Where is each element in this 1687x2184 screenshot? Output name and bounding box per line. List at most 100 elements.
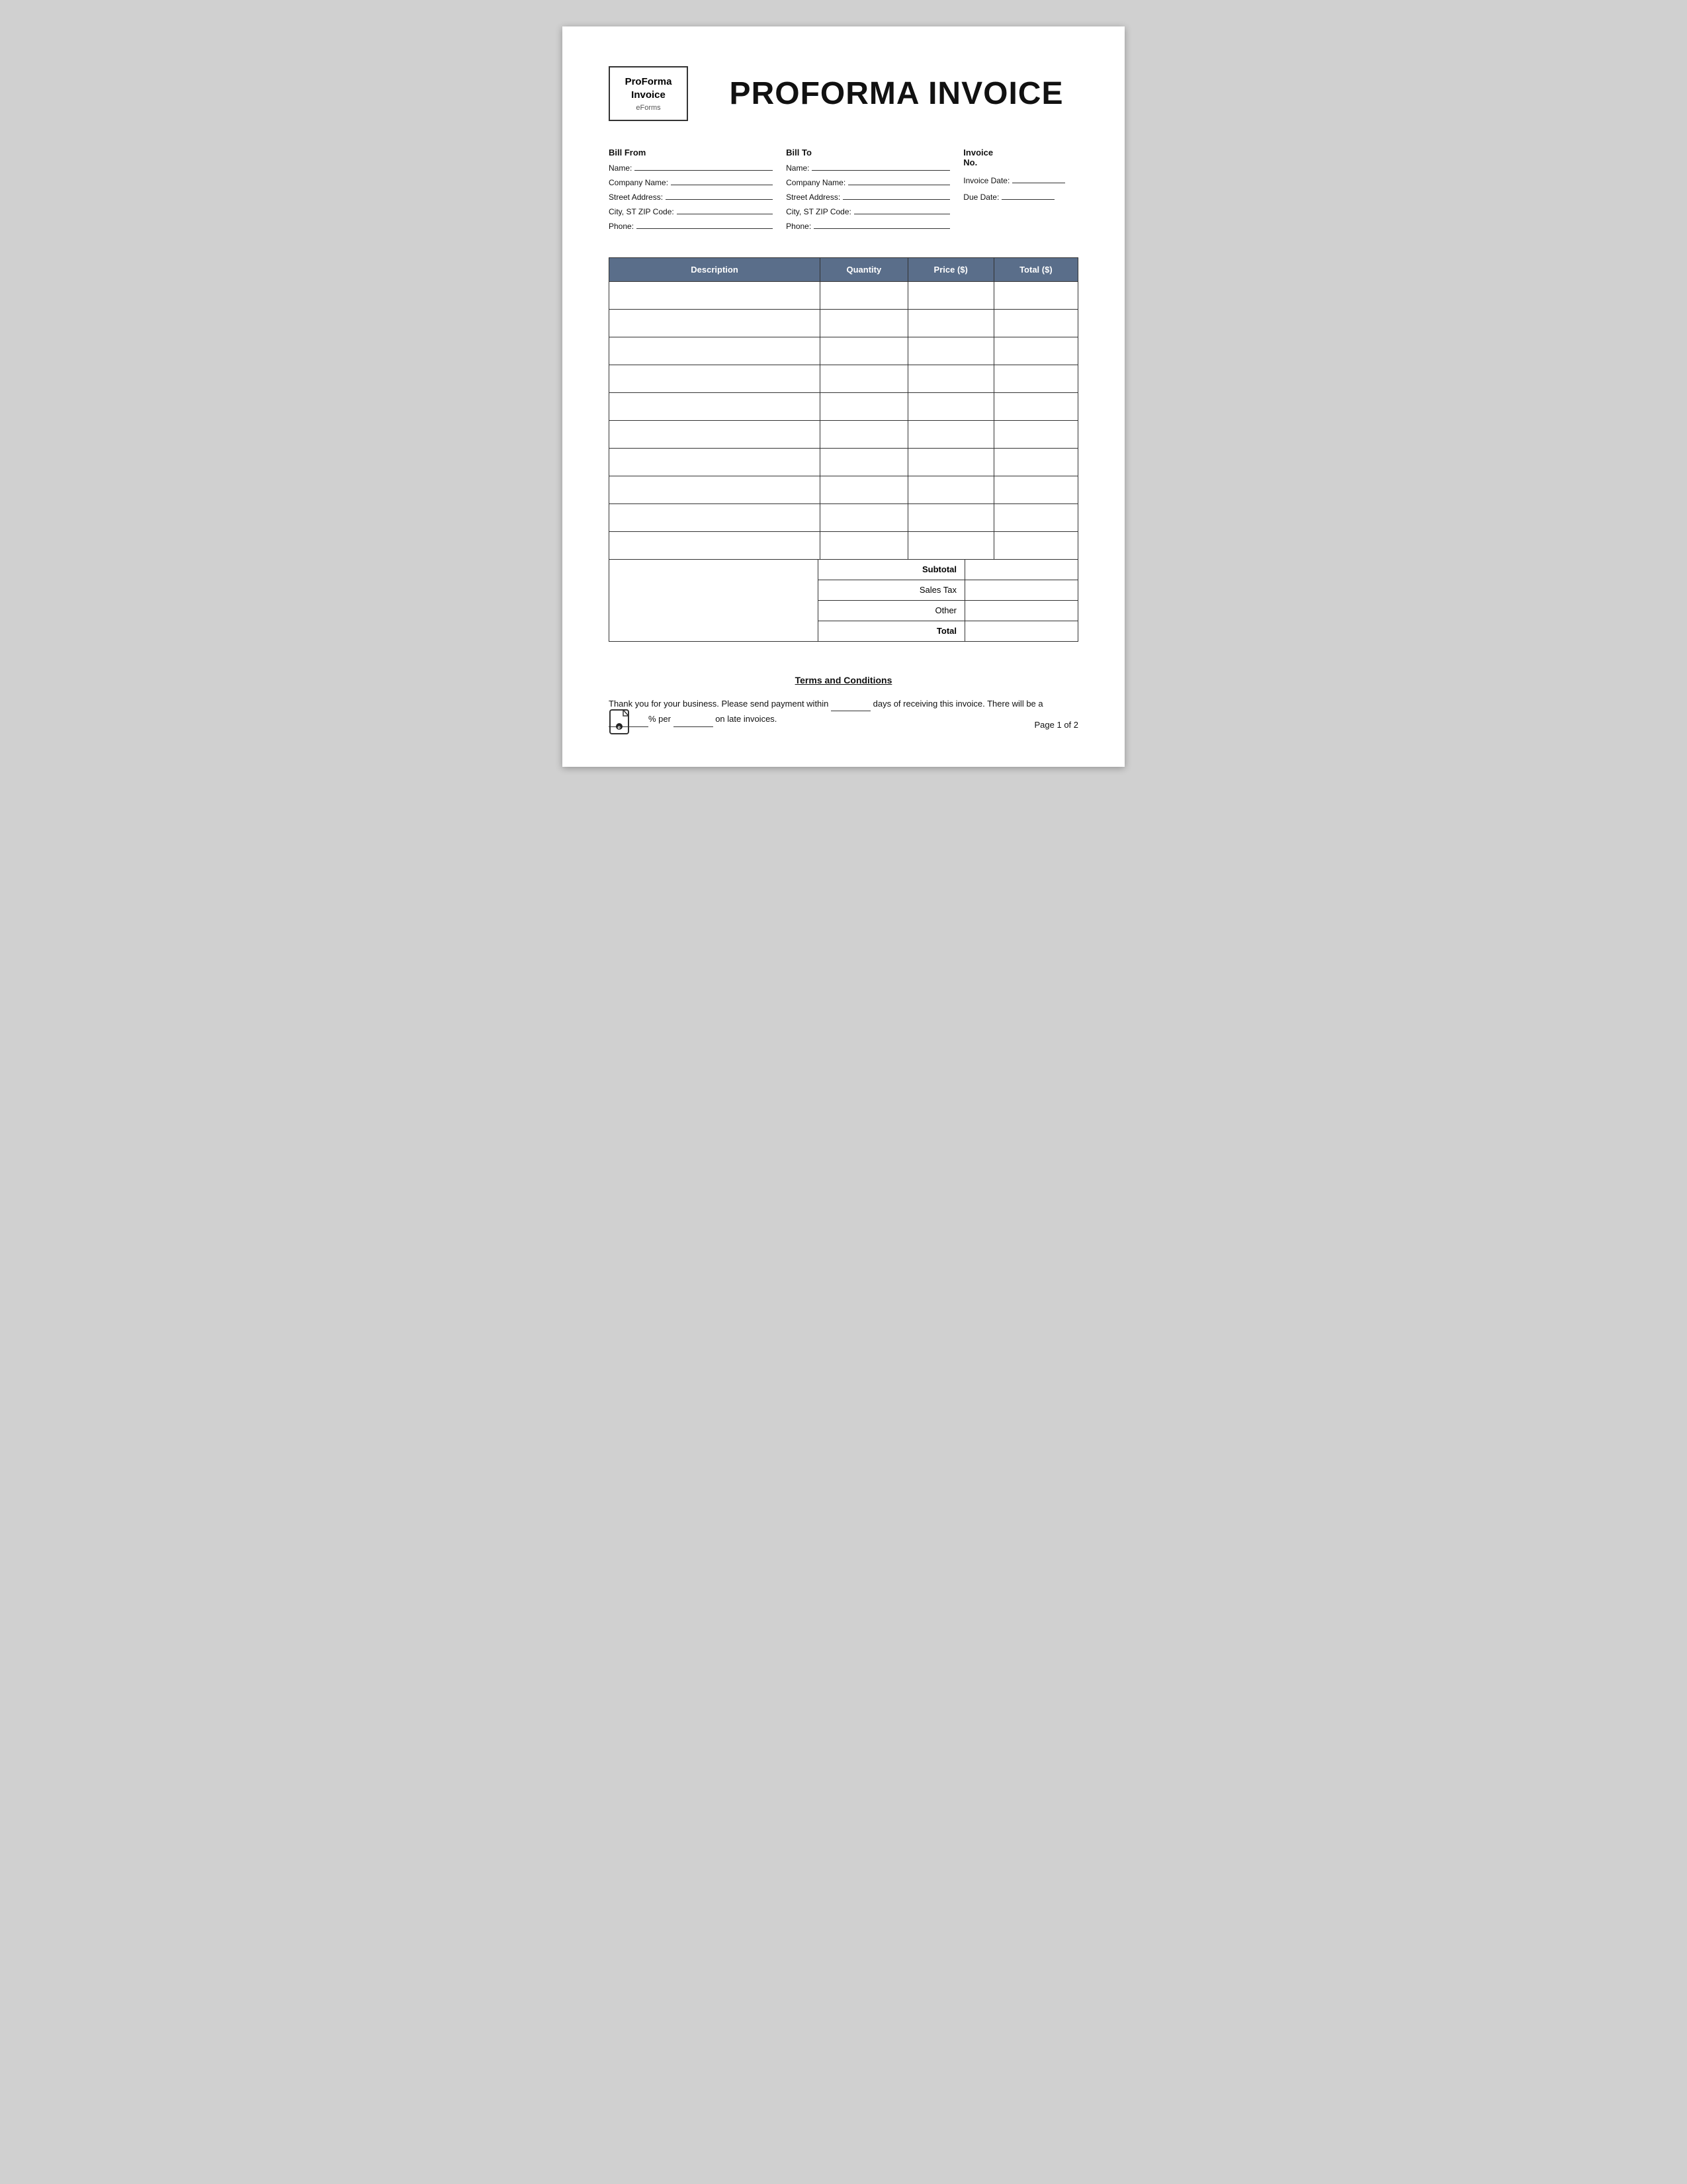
svg-text:e: e: [618, 724, 621, 730]
table-row: [609, 476, 1078, 504]
header: ProFormaInvoice eForms PROFORMA INVOICE: [609, 66, 1078, 121]
table-cell[interactable]: [820, 337, 908, 365]
salestax-label: Sales Tax: [818, 580, 965, 600]
footer-logo-icon: e: [609, 709, 632, 740]
table-cell[interactable]: [994, 504, 1078, 532]
summary-salestax-row: Sales Tax: [818, 580, 1078, 601]
table-cell[interactable]: [609, 421, 820, 449]
bill-to-name: Name:: [786, 161, 950, 173]
table-row: [609, 532, 1078, 560]
invoice-table: Description Quantity Price ($) Total ($): [609, 257, 1078, 560]
summary-total-row: Total: [818, 621, 1078, 641]
bill-from-heading: Bill From: [609, 148, 773, 157]
footer: e Page 1 of 2: [609, 709, 1078, 740]
table-cell[interactable]: [820, 393, 908, 421]
invoice-page: ProFormaInvoice eForms PROFORMA INVOICE …: [562, 26, 1125, 767]
table-cell[interactable]: [908, 421, 994, 449]
table-cell[interactable]: [820, 365, 908, 393]
subtotal-value[interactable]: [965, 560, 1078, 580]
table-cell[interactable]: [820, 310, 908, 337]
other-value[interactable]: [965, 601, 1078, 621]
table-cell[interactable]: [609, 476, 820, 504]
table-row: [609, 337, 1078, 365]
table-cell[interactable]: [994, 532, 1078, 560]
table-row: [609, 504, 1078, 532]
table-cell[interactable]: [609, 337, 820, 365]
table-row: [609, 310, 1078, 337]
col-quantity: Quantity: [820, 258, 908, 282]
bill-from-column: Bill From Name: Company Name: Street Add…: [609, 148, 773, 234]
terms-title: Terms and Conditions: [609, 675, 1078, 685]
invoice-date: Invoice Date:: [963, 174, 1078, 185]
table-cell[interactable]: [908, 282, 994, 310]
table-cell[interactable]: [820, 421, 908, 449]
table-cell[interactable]: [908, 393, 994, 421]
table-row: [609, 393, 1078, 421]
table-cell[interactable]: [609, 504, 820, 532]
table-cell[interactable]: [820, 476, 908, 504]
main-title: PROFORMA INVOICE: [714, 75, 1078, 112]
page-number: Page 1 of 2: [1035, 720, 1079, 730]
table-cell[interactable]: [908, 310, 994, 337]
bill-to-phone: Phone:: [786, 220, 950, 231]
table-cell[interactable]: [994, 282, 1078, 310]
logo-box: ProFormaInvoice eForms: [609, 66, 688, 121]
table-cell[interactable]: [609, 449, 820, 476]
logo-title: ProFormaInvoice: [622, 75, 675, 101]
other-label: Other: [818, 601, 965, 621]
table-cell[interactable]: [994, 393, 1078, 421]
bill-section: Bill From Name: Company Name: Street Add…: [609, 148, 1078, 234]
table-cell[interactable]: [820, 282, 908, 310]
invoice-no-label: Invoice No.: [963, 148, 1078, 167]
bill-from-city: City, ST ZIP Code:: [609, 205, 773, 216]
table-cell[interactable]: [609, 532, 820, 560]
table-cell[interactable]: [908, 532, 994, 560]
bill-to-company: Company Name:: [786, 176, 950, 187]
table-row: [609, 449, 1078, 476]
invoice-info-column: Invoice No. Invoice Date: Due Date:: [963, 148, 1078, 234]
bill-from-company: Company Name:: [609, 176, 773, 187]
table-row: [609, 282, 1078, 310]
bill-to-heading: Bill To: [786, 148, 950, 157]
table-cell[interactable]: [994, 449, 1078, 476]
total-label: Total: [818, 621, 965, 641]
table-cell[interactable]: [994, 476, 1078, 504]
table-cell[interactable]: [609, 365, 820, 393]
summary-block: Subtotal Sales Tax Other Total: [818, 560, 1078, 641]
table-cell[interactable]: [820, 504, 908, 532]
table-cell[interactable]: [609, 282, 820, 310]
table-row: [609, 365, 1078, 393]
table-cell[interactable]: [994, 365, 1078, 393]
table-cell[interactable]: [908, 504, 994, 532]
bill-to-city: City, ST ZIP Code:: [786, 205, 950, 216]
due-date: Due Date:: [963, 191, 1078, 202]
col-description: Description: [609, 258, 820, 282]
table-cell[interactable]: [908, 449, 994, 476]
table-cell[interactable]: [908, 365, 994, 393]
table-row: [609, 421, 1078, 449]
table-cell[interactable]: [908, 337, 994, 365]
total-value[interactable]: [965, 621, 1078, 641]
summary-subtotal-row: Subtotal: [818, 560, 1078, 580]
summary-section: Subtotal Sales Tax Other Total: [609, 560, 1078, 642]
table-cell[interactable]: [994, 310, 1078, 337]
bill-to-address: Street Address:: [786, 191, 950, 202]
logo-subtitle: eForms: [622, 104, 675, 112]
subtotal-label: Subtotal: [818, 560, 965, 580]
salestax-value[interactable]: [965, 580, 1078, 600]
table-cell[interactable]: [908, 476, 994, 504]
table-cell[interactable]: [609, 393, 820, 421]
bill-to-column: Bill To Name: Company Name: Street Addre…: [786, 148, 950, 234]
table-cell[interactable]: [820, 532, 908, 560]
table-cell[interactable]: [820, 449, 908, 476]
bill-from-phone: Phone:: [609, 220, 773, 231]
table-header-row: Description Quantity Price ($) Total ($): [609, 258, 1078, 282]
table-cell[interactable]: [994, 421, 1078, 449]
table-cell[interactable]: [609, 310, 820, 337]
col-price: Price ($): [908, 258, 994, 282]
bill-from-address: Street Address:: [609, 191, 773, 202]
table-cell[interactable]: [994, 337, 1078, 365]
bill-from-name: Name:: [609, 161, 773, 173]
col-total: Total ($): [994, 258, 1078, 282]
summary-other-row: Other: [818, 601, 1078, 621]
